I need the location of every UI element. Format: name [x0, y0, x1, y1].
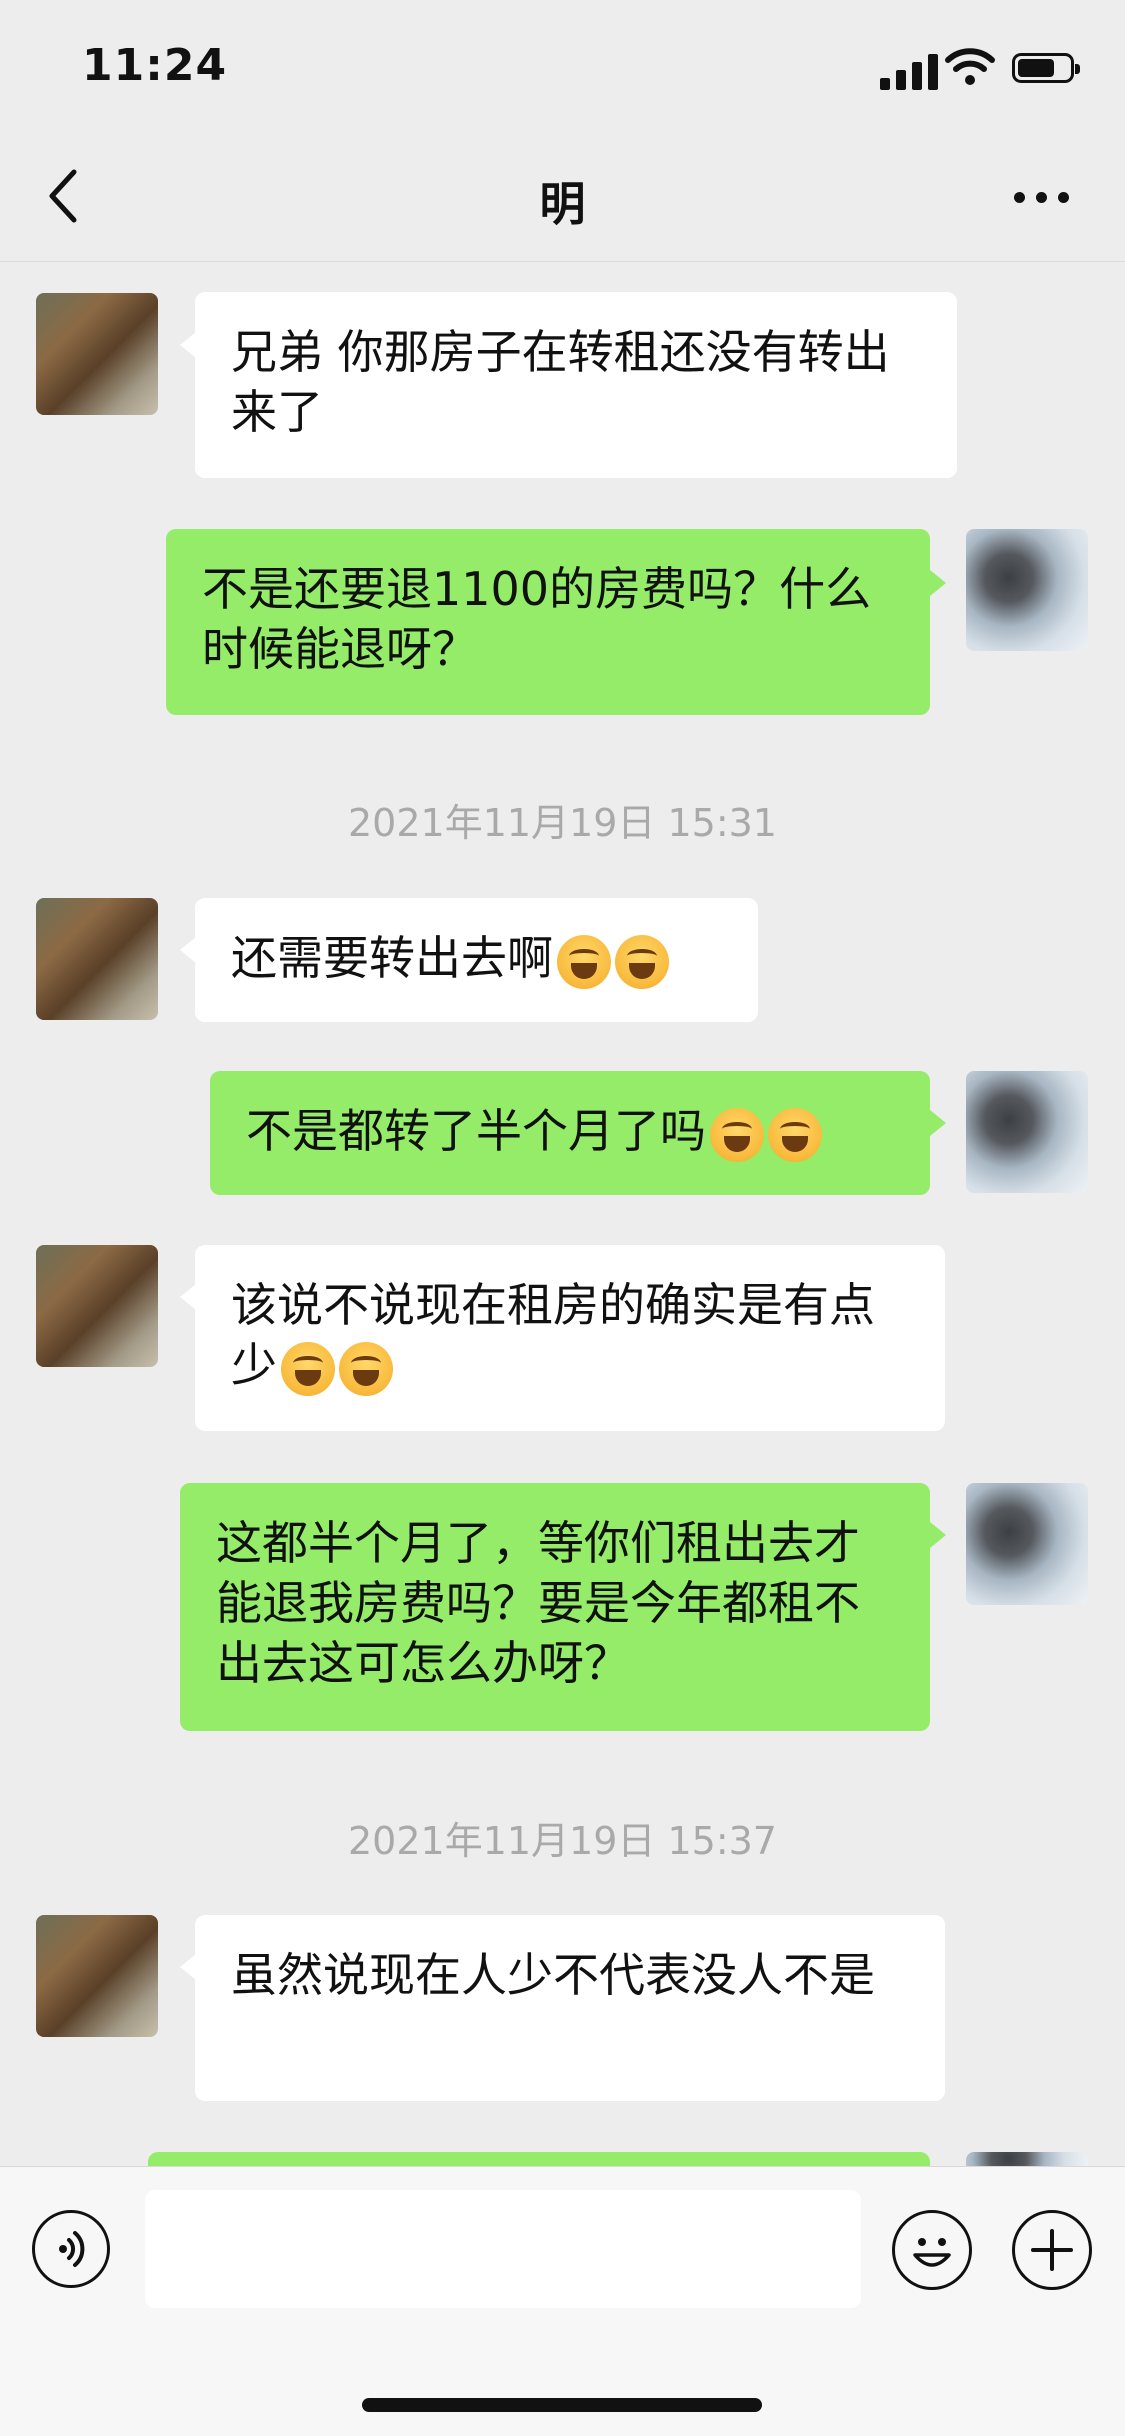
message-text: 虽然说现在人少不代表没人不是 — [231, 1948, 875, 2002]
message-bubble-outgoing[interactable]: 不是都转了半个月了吗 — [210, 1071, 930, 1195]
friend-avatar[interactable] — [36, 1245, 158, 1367]
friend-avatar[interactable] — [36, 898, 158, 1020]
message-bubble-incoming[interactable]: 兄弟 你那房子在转租还没有转出来了 — [195, 292, 957, 478]
friend-avatar[interactable] — [36, 1915, 158, 2037]
message-text: 这都半个月了，等你们租出去才能退我房费吗？要是今年都租不出去这可怎么办呀？ — [216, 1516, 860, 1690]
bubble-tail — [930, 1110, 946, 1136]
message-timestamp: 2021年11月19日 15:37 — [347, 1819, 777, 1863]
message-text: 不是还要退1100的房费吗？什么时候能退呀？ — [202, 562, 872, 676]
crying-laughing-emoji — [710, 1107, 764, 1162]
wifi-icon — [945, 48, 995, 85]
crying-laughing-emoji — [281, 1341, 335, 1396]
bubble-tail — [180, 1284, 196, 1310]
message-bubble-incoming[interactable]: 虽然说现在人少不代表没人不是 — [195, 1915, 945, 2101]
cellular-signal-icon — [880, 52, 938, 90]
message-input[interactable] — [145, 2190, 861, 2308]
message-text: 还需要转出去啊 — [231, 931, 553, 985]
crying-laughing-emoji — [557, 934, 611, 989]
chat-title: 明 — [539, 177, 586, 231]
plus-icon — [1031, 2229, 1073, 2271]
message-bubble-outgoing[interactable]: 这都半个月了，等你们租出去才能退我房费吗？要是今年都租不出去这可怎么办呀？ — [180, 1483, 930, 1731]
bubble-tail — [180, 937, 196, 963]
message-bubble-incoming[interactable]: 还需要转出去啊 — [195, 898, 758, 1022]
friend-avatar[interactable] — [36, 293, 158, 415]
voice-icon — [59, 2231, 85, 2267]
crying-laughing-emoji — [615, 934, 669, 989]
bubble-tail — [930, 1522, 946, 1548]
message-text: 兄弟 你那房子在转租还没有转出来了 — [231, 325, 890, 439]
crying-laughing-emoji — [339, 1341, 393, 1396]
battery-icon — [1012, 53, 1080, 83]
my-avatar[interactable] — [966, 1071, 1088, 1193]
plus-button[interactable] — [1012, 2210, 1092, 2290]
message-text: 不是都转了半个月了吗 — [246, 1104, 706, 1158]
message-bubble-outgoing[interactable]: 不是还要退1100的房费吗？什么时候能退呀？ — [166, 529, 930, 715]
more-icon[interactable] — [1012, 188, 1072, 208]
my-avatar[interactable] — [966, 1483, 1088, 1605]
my-avatar[interactable] — [966, 529, 1088, 651]
emoji-icon — [913, 2238, 951, 2267]
home-indicator — [362, 2398, 762, 2412]
emoji-button[interactable] — [892, 2210, 972, 2290]
message-bubble-incoming[interactable]: 该说不说现在租房的确实是有点少 — [195, 1245, 945, 1431]
bubble-tail — [930, 570, 946, 596]
bubble-tail — [180, 332, 196, 358]
crying-laughing-emoji — [768, 1107, 822, 1162]
bubble-tail — [180, 1954, 196, 1980]
status-time: 11:24 — [82, 40, 228, 91]
message-timestamp: 2021年11月19日 15:31 — [347, 801, 777, 845]
voice-button[interactable] — [32, 2210, 110, 2288]
